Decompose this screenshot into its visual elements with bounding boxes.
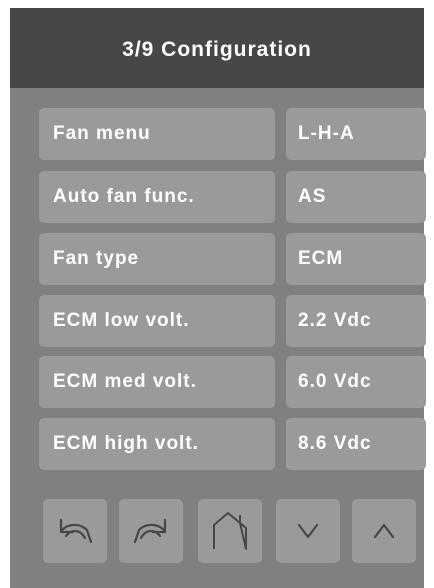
chevron-up-icon	[372, 522, 396, 540]
ecm-high-volt-value-button[interactable]: 8.6 Vdc	[286, 418, 426, 470]
auto-fan-func-label-button[interactable]: Auto fan func.	[39, 171, 275, 223]
scroll-up-button[interactable]	[352, 499, 416, 563]
ecm-low-volt-value-button[interactable]: 2.2 Vdc	[286, 295, 426, 347]
fan-type-value-button[interactable]: ECM	[286, 233, 426, 285]
setting-row-ecm-med-volt: ECM med volt. 6.0 Vdc	[39, 356, 426, 408]
fan-menu-value-button[interactable]: L-H-A	[286, 108, 426, 160]
redo-button[interactable]	[119, 499, 183, 563]
page-title: 3/9 Configuration	[122, 38, 312, 61]
auto-fan-func-value-button[interactable]: AS	[286, 171, 426, 223]
ecm-med-volt-label-button[interactable]: ECM med volt.	[39, 356, 275, 408]
thermostat-screen: 3/9 Configuration Fan menu L-H-A Auto fa…	[10, 8, 426, 588]
setting-row-auto-fan-func: Auto fan func. AS	[39, 171, 426, 223]
home-button[interactable]	[198, 499, 262, 563]
setting-row-ecm-high-volt: ECM high volt. 8.6 Vdc	[39, 418, 426, 470]
setting-row-fan-type: Fan type ECM	[39, 233, 426, 285]
header-bar: 3/9 Configuration	[10, 8, 424, 88]
setting-row-ecm-low-volt: ECM low volt. 2.2 Vdc	[39, 295, 426, 347]
undo-button[interactable]	[43, 499, 107, 563]
fan-menu-label-button[interactable]: Fan menu	[39, 108, 275, 160]
ecm-high-volt-label-button[interactable]: ECM high volt.	[39, 418, 275, 470]
ecm-low-volt-label-button[interactable]: ECM low volt.	[39, 295, 275, 347]
fan-type-label-button[interactable]: Fan type	[39, 233, 275, 285]
home-icon	[210, 511, 250, 551]
ecm-med-volt-value-button[interactable]: 6.0 Vdc	[286, 356, 426, 408]
undo-icon	[55, 516, 95, 546]
setting-row-fan-menu: Fan menu L-H-A	[39, 108, 426, 160]
chevron-down-icon	[296, 522, 320, 540]
scroll-down-button[interactable]	[276, 499, 340, 563]
redo-icon	[131, 516, 171, 546]
